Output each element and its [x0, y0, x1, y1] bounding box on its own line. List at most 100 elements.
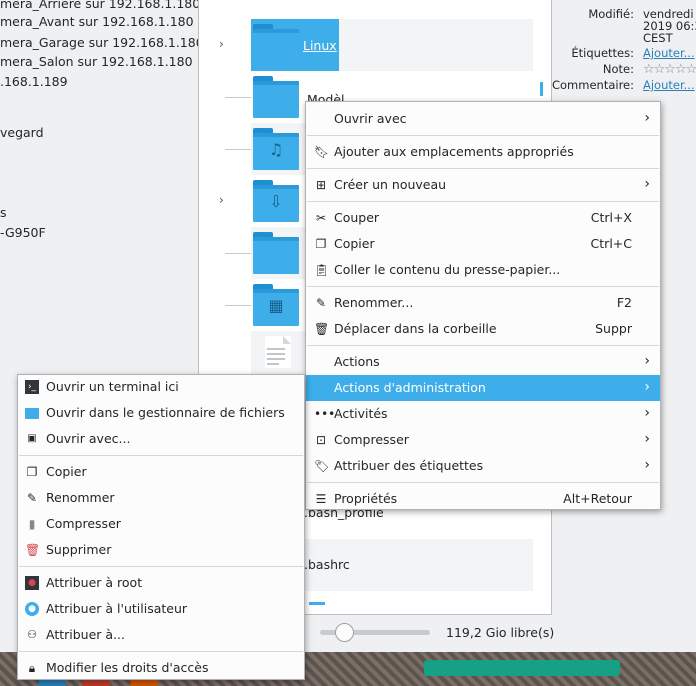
open-with-icon: ▣: [27, 433, 37, 444]
archive-icon: ▮: [28, 517, 36, 531]
menu-item-cut[interactable]: ✂ Couper Ctrl+X: [306, 205, 660, 231]
copy-icon: ❐: [315, 237, 327, 251]
menu-item-label: Ajouter aux emplacements appropriés: [334, 144, 574, 159]
folder-label: Linux: [303, 38, 337, 53]
menu-item-label: Propriétés: [334, 491, 398, 506]
chevron-right-icon: ›: [644, 405, 650, 421]
bookmark-icon: 🔖︎: [314, 145, 330, 159]
info-value: CEST: [643, 31, 673, 45]
menu-item-label: Copier: [334, 236, 375, 251]
paste-icon: 📋︎: [314, 263, 330, 277]
menu-item-properties[interactable]: ☰ Propriétés Alt+Retour: [306, 486, 660, 512]
menu-item-label: Couper: [334, 210, 380, 225]
menu-item-assign-root[interactable]: ● Attribuer à root: [18, 570, 304, 596]
archive-icon: ⊡: [315, 433, 327, 447]
scissors-icon: ✂: [315, 211, 327, 225]
folder-icon: [253, 76, 299, 118]
info-label: Note:: [602, 62, 634, 76]
place-item[interactable]: vegard: [0, 125, 44, 140]
menu-item-activities[interactable]: ••• Activités ›: [306, 401, 660, 427]
users-icon: ⚇: [27, 628, 37, 641]
menu-item-rename[interactable]: ✎ Renommer: [18, 485, 304, 511]
menu-item-open-file-manager[interactable]: Ouvrir dans le gestionnaire de fichiers: [18, 400, 304, 426]
tag-icon: 🏷︎: [314, 459, 330, 473]
properties-icon: ☰: [315, 492, 327, 506]
shortcut-label: Alt+Retour: [563, 491, 632, 506]
trash-icon: 🗑︎: [314, 322, 330, 336]
place-item[interactable]: mera_Salon sur 192.168.1.180: [0, 54, 193, 69]
context-menu: Ouvrir avec › 🔖︎ Ajouter aux emplacement…: [305, 101, 661, 510]
menu-item-admin-actions[interactable]: Actions d'administration ›: [306, 375, 660, 401]
menu-item-open-with[interactable]: ▣ Ouvrir avec...: [18, 426, 304, 452]
file-label: .bashrc: [304, 557, 350, 572]
chevron-right-icon: ›: [644, 379, 650, 395]
menu-item-compress[interactable]: ⊡ Compresser ›: [306, 427, 660, 453]
menu-item-label: Copier: [46, 464, 87, 479]
tree-line: [225, 97, 251, 98]
rating-stars-icon[interactable]: ☆☆☆☆☆: [643, 62, 696, 77]
menu-item-move-to-trash[interactable]: 🗑︎ Déplacer dans la corbeille Suppr: [306, 316, 660, 342]
chevron-right-icon: ›: [644, 431, 650, 447]
place-item[interactable]: mera_Avant sur 192.168.1.180: [0, 14, 194, 29]
chevron-right-icon: ›: [644, 353, 650, 369]
menu-item-copy[interactable]: ❐ Copier Ctrl+C: [306, 231, 660, 257]
info-panel: Modifié: vendredi 5 2019 06:30 CEST Étiq…: [552, 0, 696, 100]
menu-item-copy[interactable]: ❐ Copier: [18, 459, 304, 485]
zoom-slider-handle[interactable]: [335, 623, 354, 642]
tree-line: [225, 253, 251, 254]
menu-item-label: Modifier les droits d'accès: [46, 660, 209, 675]
menu-item-label: Attribuer des étiquettes: [334, 458, 484, 473]
menu-item-delete[interactable]: 🗑︎ Supprimer: [18, 537, 304, 563]
place-item[interactable]: s: [0, 205, 7, 220]
menu-item-change-permissions[interactable]: 🔒︎ Modifier les droits d'accès: [18, 655, 304, 681]
menu-item-label: Ouvrir dans le gestionnaire de fichiers: [46, 405, 285, 420]
tree-line: [225, 305, 251, 306]
menu-item-rename[interactable]: ✎ Renommer... F2: [306, 290, 660, 316]
menu-item-compress[interactable]: ▮ Compresser: [18, 511, 304, 537]
chevron-right-icon: ›: [644, 457, 650, 473]
download-folder-icon: ⇩: [253, 180, 299, 222]
add-comment-link[interactable]: Ajouter...: [643, 78, 695, 92]
place-item[interactable]: .168.1.189: [0, 74, 68, 89]
shortcut-label: Ctrl+C: [590, 236, 632, 251]
chevron-right-icon[interactable]: ›: [219, 193, 224, 207]
menu-item-label: Coller le contenu du presse-papier...: [334, 262, 561, 277]
chevron-right-icon[interactable]: ›: [219, 37, 224, 51]
user-icon: ●: [25, 602, 39, 616]
menu-item-label: Attribuer à root: [46, 575, 143, 590]
menu-item-label: Actions d'administration: [334, 380, 486, 395]
menu-item-label: Compresser: [334, 432, 409, 447]
free-space-label: 119,2 Gio libre(s): [446, 625, 555, 640]
menu-item-open-with[interactable]: Ouvrir avec ›: [306, 106, 660, 132]
copy-icon: ❐: [26, 465, 38, 479]
shortcut-label: Ctrl+X: [590, 210, 632, 225]
menu-item-label: Renommer...: [334, 295, 414, 310]
menu-item-paste[interactable]: 📋︎ Coller le contenu du presse-papier...: [306, 257, 660, 283]
menu-item-add-to-places[interactable]: 🔖︎ Ajouter aux emplacements appropriés: [306, 139, 660, 165]
shortcut-label: Suppr: [595, 321, 632, 336]
add-tags-link[interactable]: Ajouter...: [643, 46, 695, 60]
menu-item-label: Déplacer dans la corbeille: [334, 321, 497, 336]
menu-item-label: Activités: [334, 406, 388, 421]
scrollbar[interactable]: [540, 82, 543, 96]
menu-item-assign-tags[interactable]: 🏷︎ Attribuer des étiquettes ›: [306, 453, 660, 479]
chevron-right-icon: ›: [644, 110, 650, 126]
new-file-icon: ⊞: [315, 178, 327, 192]
menu-item-actions[interactable]: Actions ›: [306, 349, 660, 375]
place-item[interactable]: -G950F: [0, 225, 46, 240]
menu-item-label: Attribuer à l'utilisateur: [46, 601, 188, 616]
menu-item-label: Ouvrir avec...: [46, 431, 131, 446]
terminal-icon: ›_: [25, 380, 39, 394]
menu-item-open-terminal[interactable]: ›_ Ouvrir un terminal ici: [18, 374, 304, 400]
tree-line: [225, 149, 251, 150]
pencil-icon: ✎: [26, 491, 38, 505]
menu-item-label: Ouvrir avec: [334, 111, 407, 126]
menu-item-assign-to[interactable]: ⚇ Attribuer à...: [18, 622, 304, 648]
place-item[interactable]: mera_Arriere sur 192.168.1.180: [0, 0, 200, 11]
place-item[interactable]: mera_Garage sur 192.168.1.180: [0, 35, 204, 50]
menu-item-create-new[interactable]: ⊞ Créer un nouveau ›: [306, 172, 660, 198]
horizontal-scrollbar[interactable]: [309, 602, 325, 605]
menu-item-label: Renommer: [46, 490, 115, 505]
menu-item-assign-user[interactable]: ● Attribuer à l'utilisateur: [18, 596, 304, 622]
video-folder-icon: ▦: [253, 284, 299, 326]
